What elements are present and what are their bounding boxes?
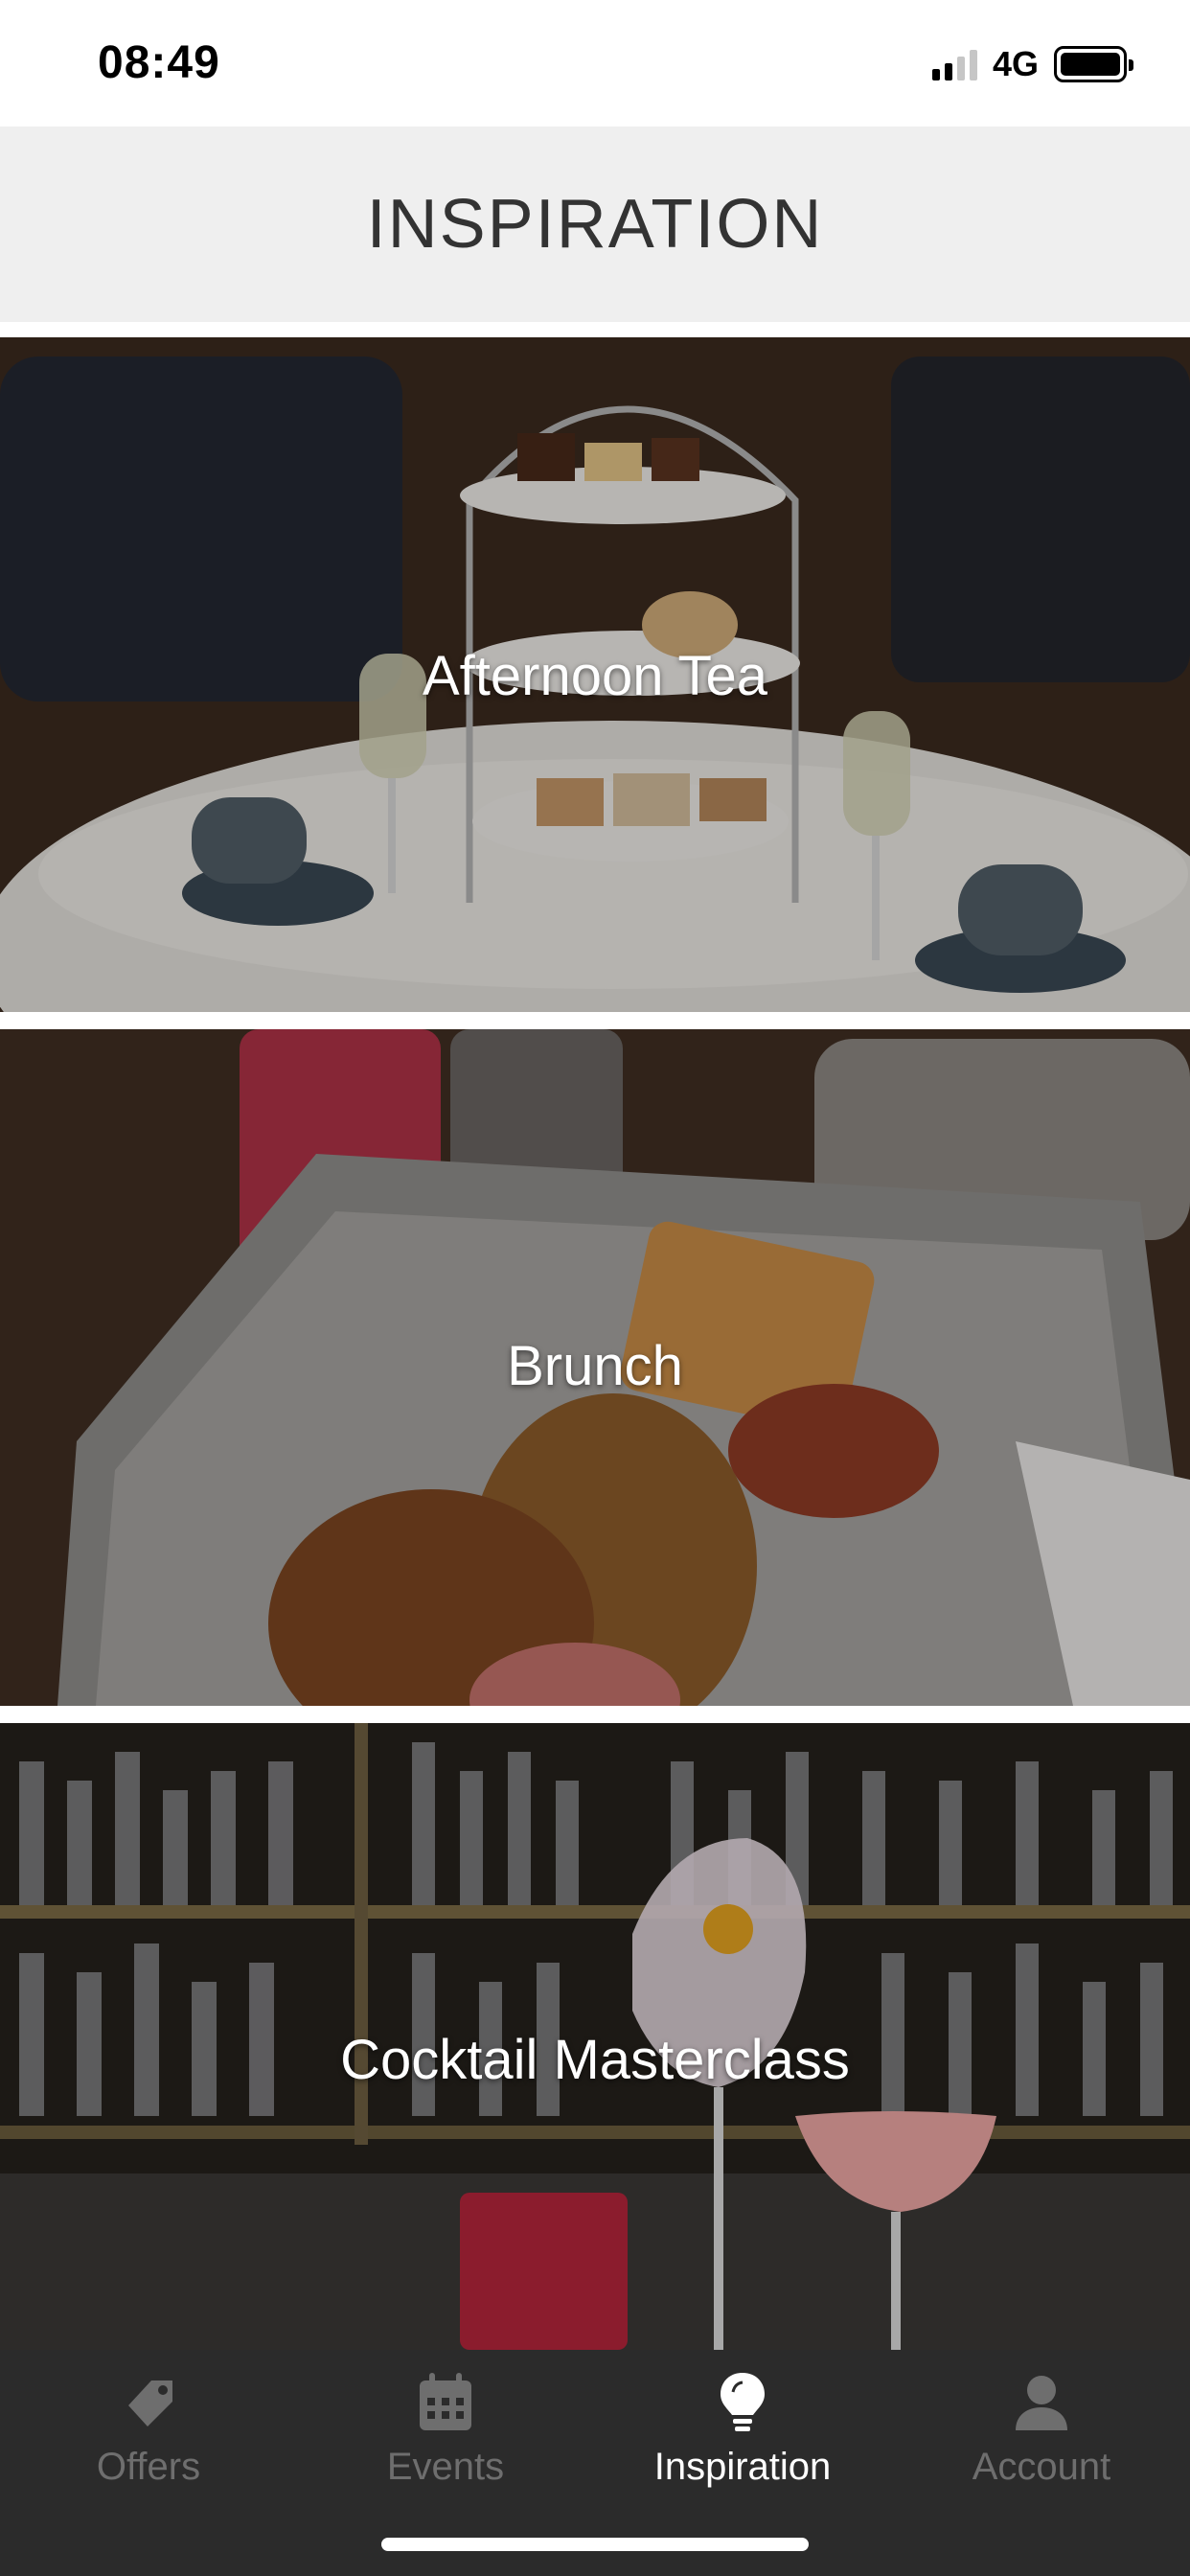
inspiration-card-brunch[interactable]: Brunch (0, 1029, 1190, 1706)
network-type: 4G (992, 44, 1039, 83)
status-indicators: 4G (931, 42, 1133, 86)
tab-events[interactable]: Events (302, 2369, 589, 2513)
tab-account[interactable]: Account (898, 2369, 1185, 2513)
home-indicator[interactable] (381, 2538, 809, 2551)
tab-label-events: Events (386, 2446, 505, 2488)
calendar-icon (420, 2373, 471, 2430)
inspiration-card-cocktail-masterclass[interactable]: Cocktail Masterclass (0, 1723, 1190, 2350)
tab-inspiration[interactable]: Inspiration (599, 2369, 886, 2513)
card-title-afternoon-tea: Afternoon Tea (422, 645, 768, 707)
user-icon (1016, 2376, 1067, 2430)
card-title-brunch: Brunch (507, 1335, 683, 1397)
tab-label-inspiration: Inspiration (653, 2446, 832, 2488)
status-bar: 08:49 4G (0, 0, 1190, 126)
status-time: 08:49 (98, 37, 220, 88)
page-header: INSPIRATION (0, 126, 1190, 322)
lightbulb-icon (721, 2373, 765, 2431)
cellular-signal-icon (931, 48, 977, 80)
tag-icon (128, 2380, 172, 2426)
tab-label-account: Account (972, 2446, 1111, 2488)
inspiration-card-afternoon-tea[interactable]: Afternoon Tea (0, 337, 1190, 1012)
card-title-cocktail-masterclass: Cocktail Masterclass (340, 2029, 850, 2091)
page-title: INSPIRATION (366, 186, 824, 263)
tab-offers[interactable]: Offers (5, 2369, 292, 2513)
battery-icon (1054, 46, 1133, 82)
tab-label-offers: Offers (96, 2446, 201, 2488)
